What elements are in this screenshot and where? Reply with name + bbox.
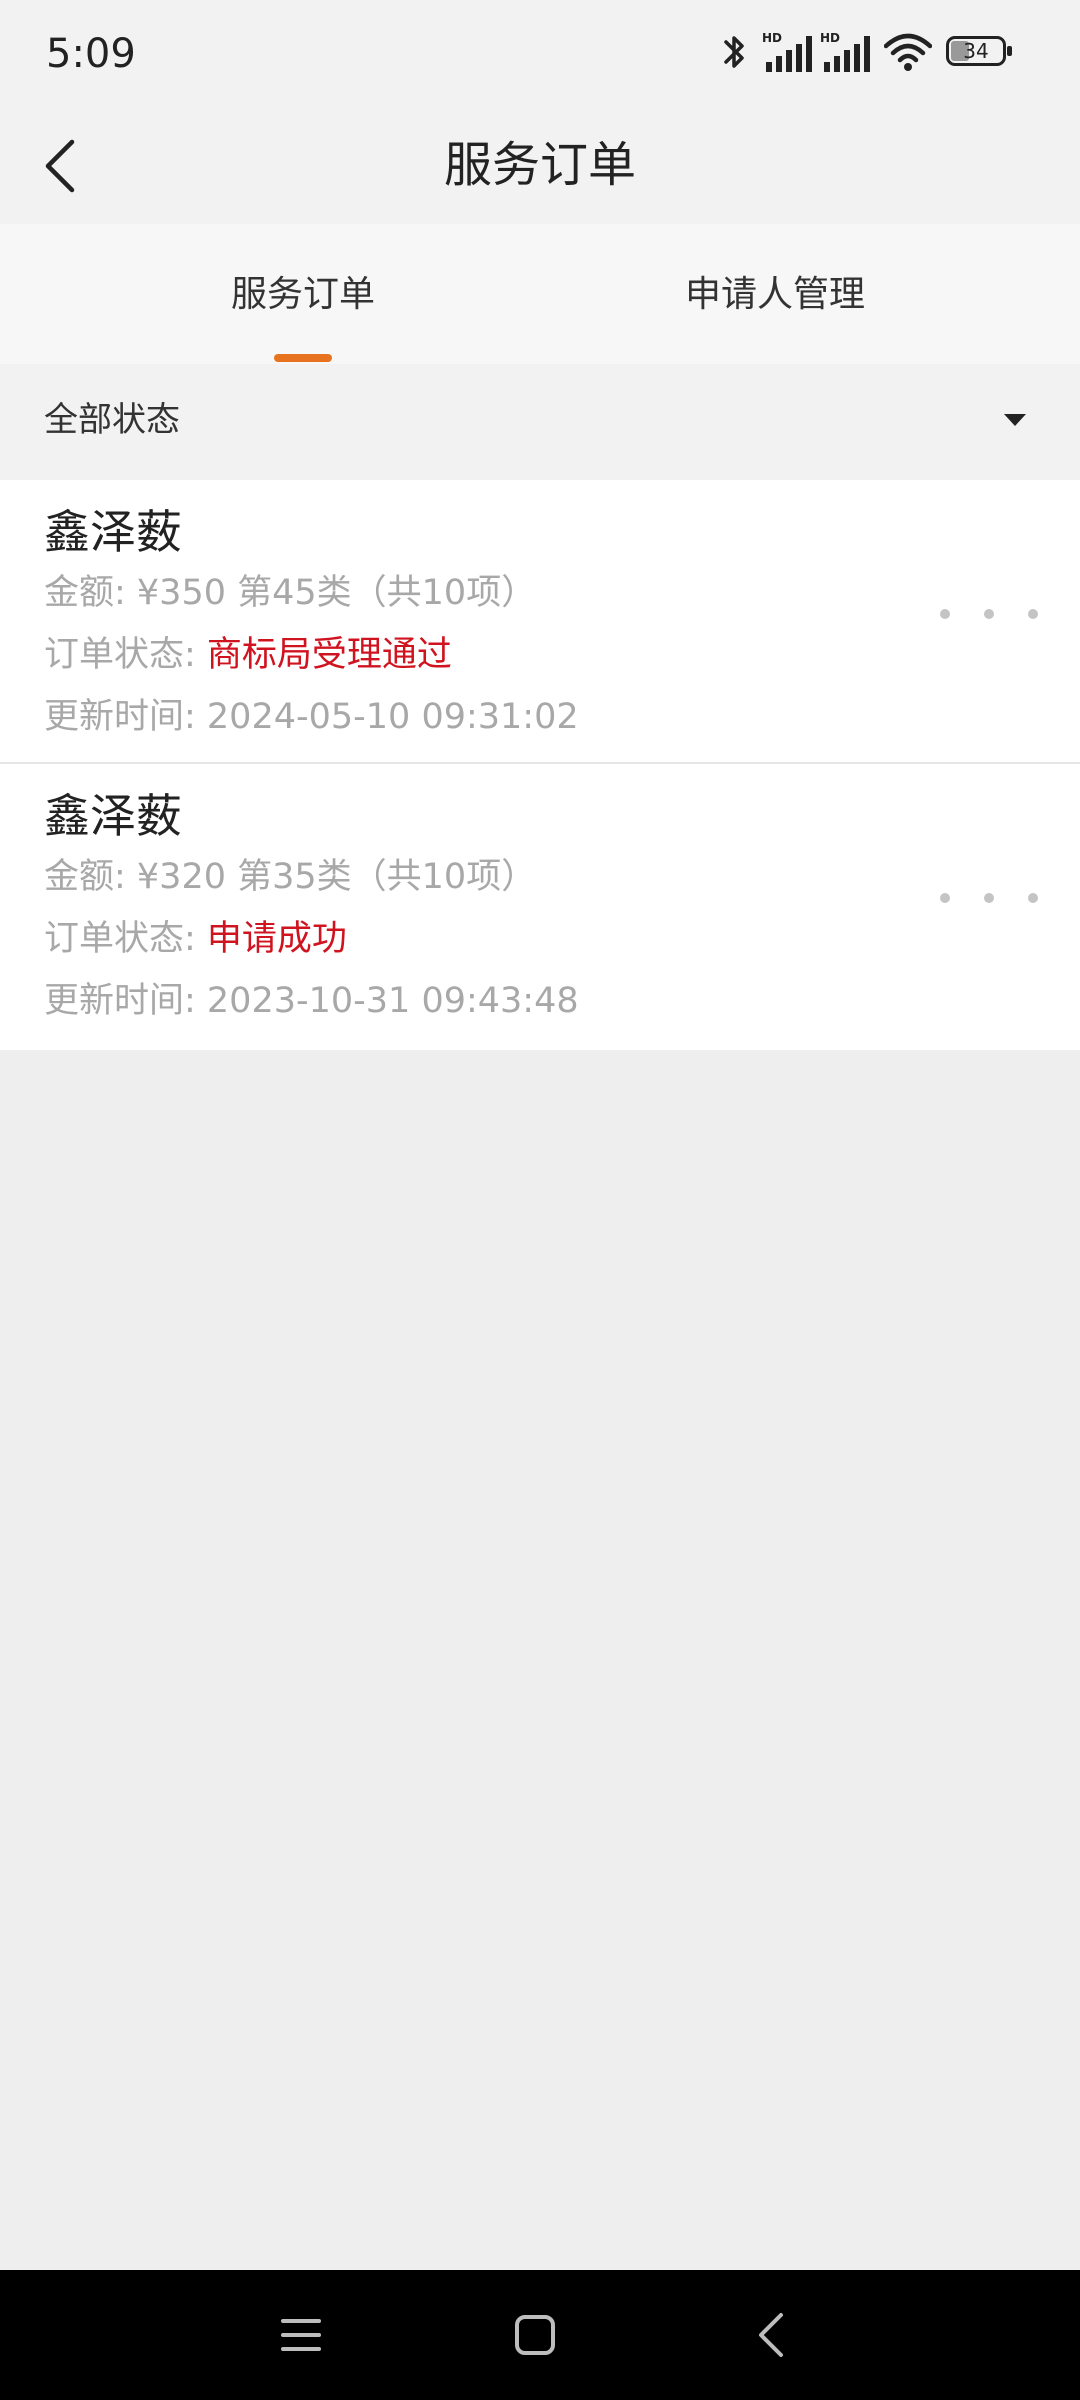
svg-text:HD: HD — [762, 31, 782, 45]
status-filter-label: 全部状态 — [44, 400, 180, 440]
order-update-time: 更新时间: 2023-10-31 09:43:48 — [44, 981, 579, 1021]
signal-hd-icon: HD — [762, 31, 812, 72]
order-item[interactable]: 鑫泽薮 金额: ¥350 第45类（共10项） 订单状态: 商标局受理通过 更新… — [0, 480, 1080, 764]
more-dot-icon — [1028, 893, 1038, 903]
more-options-button[interactable] — [934, 594, 1044, 634]
back-icon — [759, 2313, 783, 2357]
tab-applicant-management[interactable]: 申请人管理 — [660, 270, 890, 320]
order-status-value: 申请成功 — [206, 919, 347, 959]
caret-down-icon — [1004, 414, 1026, 426]
more-dot-icon — [940, 609, 950, 619]
more-dot-icon — [940, 893, 950, 903]
status-icons: HD HD 34 — [720, 30, 1080, 80]
order-applicant-name: 鑫泽薮 — [44, 789, 182, 843]
bluetooth-icon — [724, 36, 744, 68]
nav-home-button[interactable] — [500, 2300, 570, 2370]
nav-back-button[interactable] — [736, 2300, 806, 2370]
tab-bar: 服务订单 申请人管理 — [0, 224, 1080, 364]
order-amount: 金额: ¥350 第45类（共10项） — [44, 573, 537, 613]
nav-menu-button[interactable] — [266, 2300, 336, 2370]
active-tab-indicator — [274, 354, 332, 362]
signal-hd-icon: HD — [820, 31, 870, 72]
order-status-label: 订单状态: — [44, 919, 207, 959]
more-dot-icon — [984, 609, 994, 619]
order-status: 订单状态: 申请成功 — [44, 914, 347, 964]
page-title: 服务订单 — [443, 137, 636, 193]
order-status: 订单状态: 商标局受理通过 — [44, 630, 452, 680]
home-icon — [515, 2315, 555, 2355]
wifi-icon — [884, 33, 932, 71]
more-dot-icon — [984, 893, 994, 903]
more-dot-icon — [1028, 609, 1038, 619]
order-status-label: 订单状态: — [44, 635, 207, 675]
system-nav-bar — [0, 2270, 1080, 2400]
menu-icon — [281, 2319, 321, 2351]
order-item[interactable]: 鑫泽薮 金额: ¥320 第35类（共10项） 订单状态: 申请成功 更新时间:… — [0, 764, 1080, 1050]
status-bar: 5:09 HD HD 34 — [0, 0, 1080, 108]
order-status-value: 商标局受理通过 — [206, 635, 452, 675]
order-amount: 金额: ¥320 第35类（共10项） — [44, 857, 537, 897]
more-options-button[interactable] — [934, 878, 1044, 918]
status-filter-dropdown[interactable]: 全部状态 — [0, 364, 1080, 480]
order-list: 鑫泽薮 金额: ¥350 第45类（共10项） 订单状态: 商标局受理通过 更新… — [0, 480, 1080, 1050]
order-update-time: 更新时间: 2024-05-10 09:31:02 — [44, 697, 579, 737]
order-applicant-name: 鑫泽薮 — [44, 505, 182, 559]
svg-text:HD: HD — [820, 31, 840, 45]
header: 服务订单 — [0, 108, 1080, 224]
battery-icon: 34 — [946, 36, 1012, 68]
status-time: 5:09 — [46, 31, 136, 77]
battery-level: 34 — [963, 39, 989, 63]
tab-service-orders[interactable]: 服务订单 — [200, 270, 406, 320]
